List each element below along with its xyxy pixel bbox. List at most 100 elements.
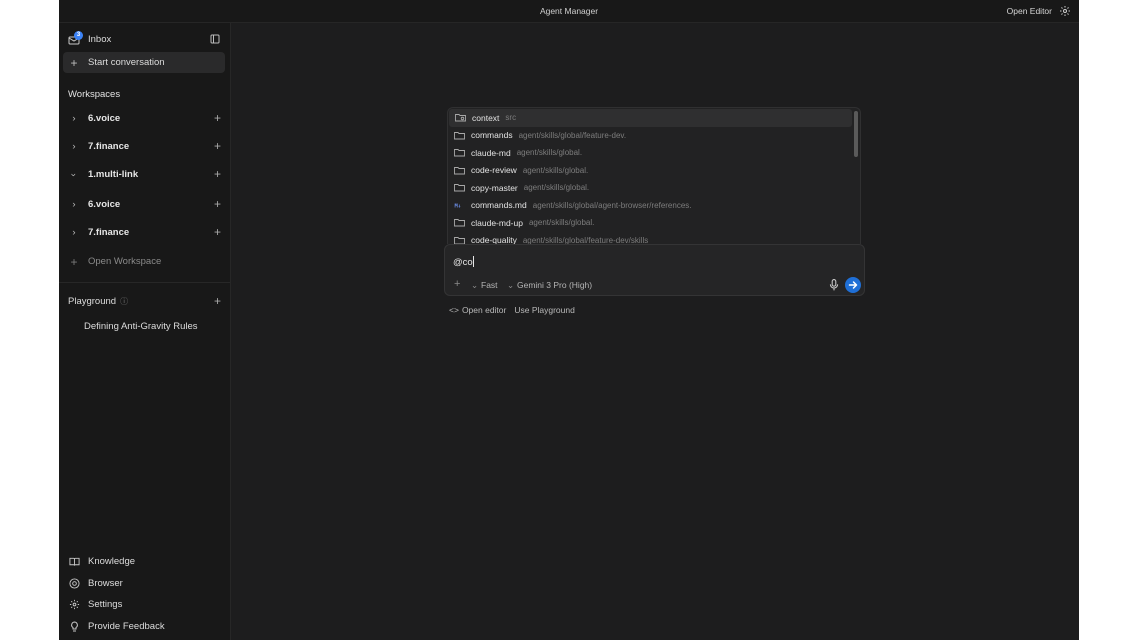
workspace-label: 7.finance [88, 227, 130, 238]
suggestion-item[interactable]: context src [449, 109, 852, 127]
add-to-workspace-button[interactable]: + [214, 112, 221, 124]
plus-icon: + [70, 55, 78, 70]
workspace-item[interactable]: › 1.multi-link + [63, 164, 225, 185]
suggestion-name: commands.md [471, 200, 527, 211]
suggestion-name: code-quality [471, 235, 517, 244]
workspace-label: 6.voice [88, 199, 121, 210]
inbox-item[interactable]: Inbox [63, 29, 225, 50]
suggestion-path: agent/skills/global/agent-browser/refere… [532, 200, 692, 210]
sidebar-toggle-icon[interactable] [210, 34, 220, 44]
suggestion-name: claude-md-up [471, 217, 523, 228]
playground-item-label: Defining Anti-Gravity Rules [84, 321, 198, 332]
open-editor-link-label: Open editor [461, 305, 507, 315]
gear-icon [68, 599, 80, 611]
message-input[interactable]: @co [453, 256, 474, 268]
chevron-right-icon: › [72, 227, 76, 238]
sidebar-item-knowledge[interactable]: Knowledge [63, 551, 225, 572]
app-window: Agent Manager Open Editor Inbox 3 + Star… [59, 0, 1079, 640]
workspaces-title: Workspaces [68, 89, 121, 100]
suggestion-item[interactable]: copy-master agent/skills/global. [448, 179, 852, 197]
folder-icon [454, 184, 465, 192]
sidebar-item-feedback[interactable]: Provide Feedback [63, 616, 225, 637]
inbox-badge: 3 [74, 31, 83, 40]
info-icon: ⓘ [120, 297, 129, 306]
markdown-icon: M↓ [455, 203, 462, 209]
chevron-right-icon: › [72, 141, 76, 152]
folder-search-icon [455, 114, 466, 122]
settings-label: Settings [88, 599, 123, 610]
suggestions-scrollbar[interactable] [854, 111, 858, 157]
sidebar: Inbox 3 + Start conversation Workspaces … [59, 23, 231, 640]
plus-icon: + [70, 254, 78, 269]
start-conversation-button[interactable]: + Start conversation [63, 52, 225, 73]
suggestion-name: context [472, 112, 500, 123]
inbox-label: Inbox [88, 34, 112, 45]
workspace-label: 1.multi-link [88, 169, 139, 180]
mention-suggestions: context src commands agent/skills/global… [447, 107, 861, 244]
suggestion-item[interactable]: M↓ commands.md agent/skills/global/agent… [448, 197, 852, 215]
suggestion-path: agent/skills/global. [523, 183, 590, 193]
message-composer: @co + ⌄ Fast ⌄ Gemini 3 Pro (High) [444, 244, 865, 296]
gear-icon[interactable] [1059, 5, 1071, 17]
suggestion-name: commands [471, 130, 513, 141]
suggestion-item[interactable]: claude-md agent/skills/global. [448, 144, 852, 162]
folder-icon [454, 219, 465, 227]
open-editor-link[interactable]: <> Open editor [449, 305, 506, 315]
main-panel: context src commands agent/skills/global… [231, 23, 1079, 640]
add-context-button[interactable]: + [454, 278, 460, 290]
workspace-item[interactable]: › 7.finance + [63, 222, 225, 243]
suggestion-item[interactable]: commands agent/skills/global/feature-dev… [448, 127, 852, 145]
add-to-workspace-button[interactable]: + [214, 140, 221, 152]
mode-select[interactable]: ⌄ Fast [471, 280, 498, 291]
open-editor-button[interactable]: Open Editor [1007, 6, 1052, 16]
add-to-workspace-button[interactable]: + [214, 198, 221, 210]
text-caret [472, 256, 474, 267]
workspace-label: 7.finance [88, 141, 130, 152]
suggestion-item[interactable]: code-quality agent/skills/global/feature… [448, 232, 852, 244]
book-icon [68, 556, 80, 568]
workspace-item[interactable]: › 6.voice + [63, 108, 225, 129]
chevron-right-icon: › [72, 199, 76, 210]
suggestion-name: copy-master [471, 182, 518, 193]
playground-header[interactable]: Playground ⓘ + [63, 291, 225, 312]
folder-icon [454, 166, 465, 175]
lightbulb-icon [68, 620, 80, 633]
folder-icon [454, 236, 465, 244]
suggestion-path: agent/skills/global/feature-dev/skills [522, 235, 649, 244]
chevron-down-icon: › [68, 172, 80, 177]
chevron-down-icon: ⌄ [471, 280, 479, 290]
suggestion-item[interactable]: code-review agent/skills/global. [448, 162, 852, 180]
suggestion-path: agent/skills/global. [528, 218, 595, 228]
workspace-item[interactable]: › 7.finance + [63, 136, 225, 157]
arrow-right-icon [848, 281, 858, 289]
send-button[interactable] [845, 277, 861, 293]
title-bar: Agent Manager Open Editor [59, 0, 1079, 23]
sidebar-item-settings[interactable]: Settings [63, 594, 225, 615]
suggestion-path: agent/skills/global. [522, 165, 589, 175]
suggestion-path: agent/skills/global. [516, 148, 583, 158]
model-select[interactable]: ⌄ Gemini 3 Pro (High) [507, 280, 592, 291]
mode-label: Fast [481, 280, 498, 290]
model-label: Gemini 3 Pro (High) [517, 280, 593, 290]
use-playground-link[interactable]: Use Playground [514, 305, 574, 315]
add-to-workspace-button[interactable]: + [214, 226, 221, 238]
add-to-workspace-button[interactable]: + [214, 168, 221, 180]
chevron-down-icon: ⌄ [507, 280, 515, 290]
composer-links: <> Open editor Use Playground [449, 305, 575, 315]
chrome-icon [68, 578, 80, 590]
suggestion-item[interactable]: claude-md-up agent/skills/global. [448, 214, 852, 232]
add-playground-button[interactable]: + [214, 295, 221, 307]
chevron-right-icon: › [72, 113, 76, 124]
svg-text:M↓: M↓ [455, 203, 462, 209]
microphone-icon[interactable] [829, 279, 839, 291]
sidebar-item-browser[interactable]: Browser [63, 573, 225, 594]
workspace-label: 6.voice [88, 113, 121, 124]
folder-icon [454, 149, 465, 157]
feedback-label: Provide Feedback [88, 621, 165, 632]
window-title: Agent Manager [539, 6, 599, 16]
playground-item[interactable]: Defining Anti-Gravity Rules [63, 316, 225, 337]
suggestion-path: src [505, 113, 517, 123]
open-workspace-button[interactable]: + Open Workspace [63, 251, 225, 272]
workspace-item[interactable]: › 6.voice + [63, 194, 225, 215]
start-conversation-label: Start conversation [88, 57, 165, 68]
